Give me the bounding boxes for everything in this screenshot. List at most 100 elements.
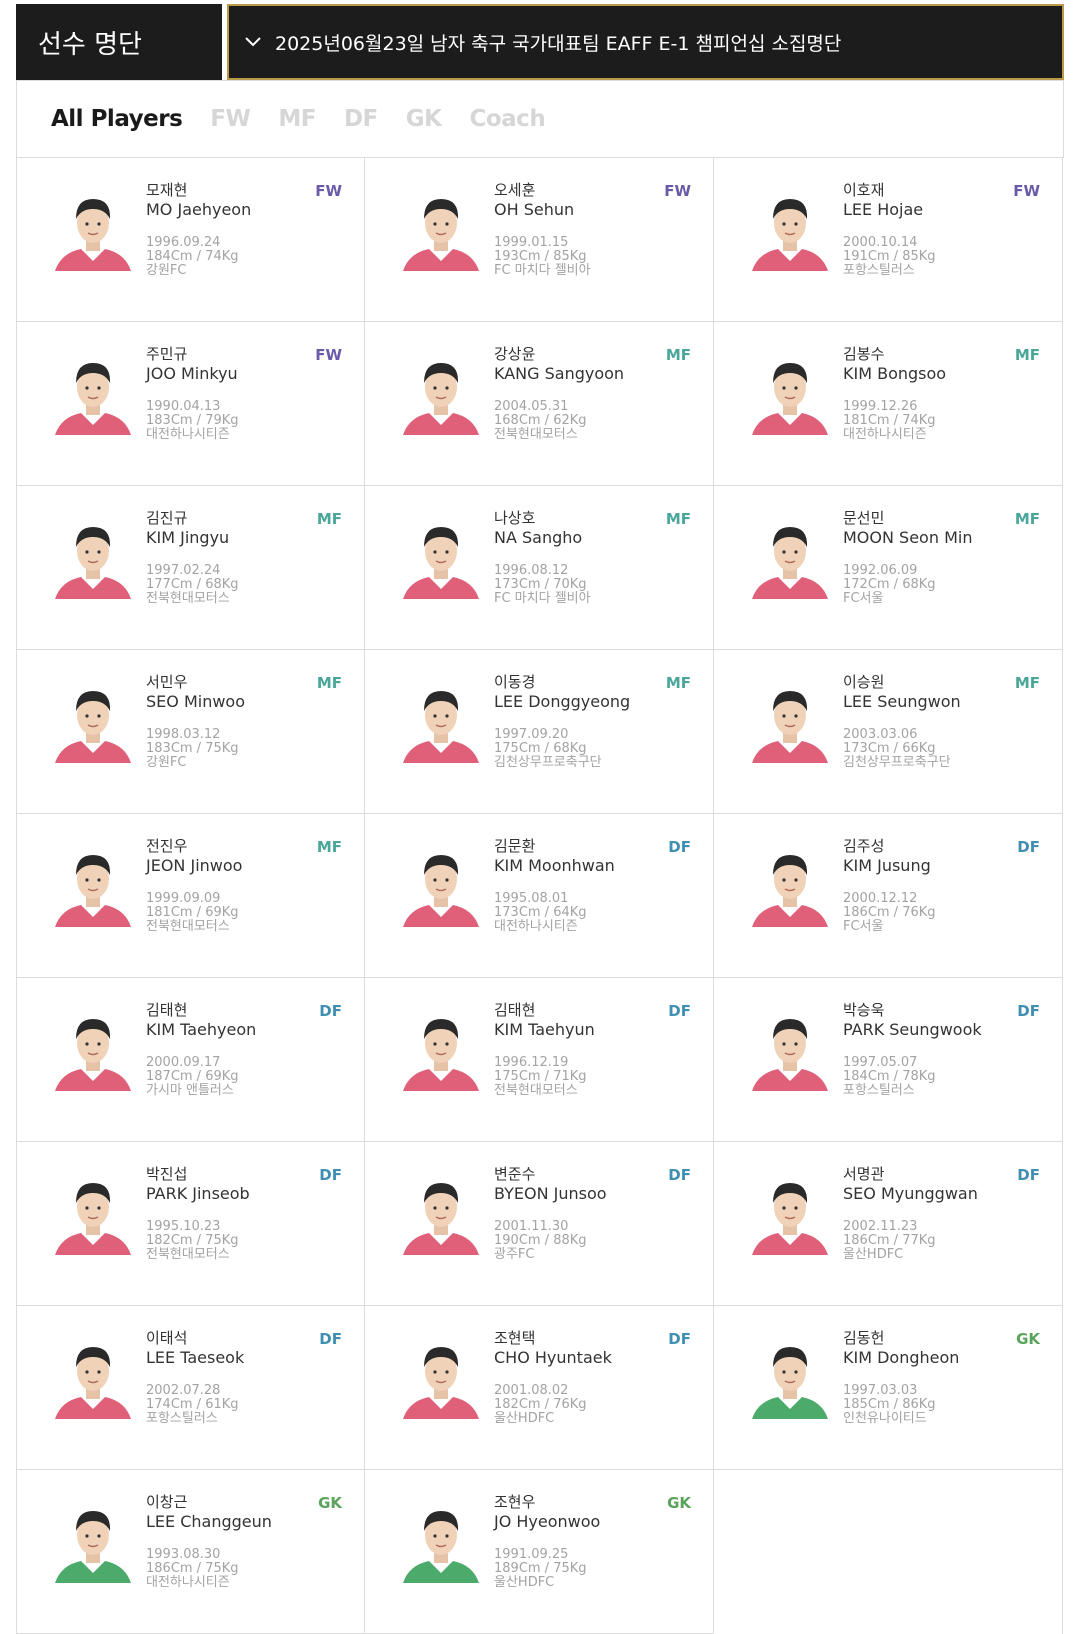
player-name-en: KIM Taehyun <box>494 1020 595 1039</box>
player-card[interactable]: 김진규 KIM Jingyu 1997.02.24 177Cm / 68Kg 전북현대모… <box>16 485 365 650</box>
position-badge: DF <box>668 838 691 856</box>
player-photo <box>45 1495 141 1591</box>
player-photo <box>742 511 838 607</box>
player-card[interactable]: 김태현 KIM Taehyeon 2000.09.17 187Cm / 69Kg 가시마… <box>16 977 365 1142</box>
player-meta: 1999.12.26 181Cm / 74Kg 대전하나시티즌 <box>843 400 1043 442</box>
empty-cell <box>713 1469 1063 1634</box>
player-card[interactable]: 김문환 KIM Moonhwan 1995.08.01 173Cm / 64Kg 대전하… <box>364 813 714 978</box>
player-card[interactable]: 이호재 LEE Hojae 2000.10.14 191Cm / 85Kg 포항스틸러스… <box>713 157 1063 322</box>
header: 선수 명단 2025년06월23일 남자 축구 국가대표팀 EAFF E-1 챔… <box>16 4 1064 80</box>
position-badge: DF <box>1017 838 1040 856</box>
player-club: 포항스틸러스 <box>146 1411 218 1426</box>
position-badge: MF <box>1014 346 1040 364</box>
tab-fw[interactable]: FW <box>210 106 251 132</box>
player-card[interactable]: 박진섭 PARK Jinseob 1995.10.23 182Cm / 75Kg 전북현… <box>16 1141 365 1306</box>
player-card[interactable]: 강상윤 KANG Sangyoon 2004.05.31 168Cm / 62Kg 전북… <box>364 321 714 486</box>
tab-mf[interactable]: MF <box>278 106 316 132</box>
player-portrait <box>55 1183 131 1255</box>
player-club: 대전하나시티즌 <box>494 919 578 934</box>
player-card[interactable]: 김동헌 KIM Dongheon 1997.03.03 185Cm / 86Kg 인천유… <box>713 1305 1063 1470</box>
player-card[interactable]: 서명관 SEO Myunggwan 2002.11.23 186Cm / 77Kg 울산… <box>713 1141 1063 1306</box>
position-badge: DF <box>319 1002 342 1020</box>
position-badge: MF <box>1014 674 1040 692</box>
player-height-weight: 173Cm / 64Kg <box>494 905 587 920</box>
squad-select[interactable]: 2025년06월23일 남자 축구 국가대표팀 EAFF E-1 챔피언십 소집… <box>227 4 1064 80</box>
player-info: 이태석 LEE Taeseok 2002.07.28 174Cm / 61Kg 포항스틸… <box>146 1329 346 1426</box>
player-card[interactable]: 서민우 SEO Minwoo 1998.03.12 183Cm / 75Kg 강원FC M… <box>16 649 365 814</box>
player-card[interactable]: 이태석 LEE Taeseok 2002.07.28 174Cm / 61Kg 포항스틸… <box>16 1305 365 1470</box>
player-card[interactable]: 김봉수 KIM Bongsoo 1999.12.26 181Cm / 74Kg 대전하나… <box>713 321 1063 486</box>
player-card[interactable]: 이동경 LEE Donggyeong 1997.09.20 175Cm / 68Kg 김… <box>364 649 714 814</box>
player-info: 나상호 NA Sangho 1996.08.12 173Cm / 70Kg FC 마치다… <box>494 509 694 606</box>
player-height-weight: 172Cm / 68Kg <box>843 577 936 592</box>
position-badge: MF <box>665 674 691 692</box>
player-club: 전북현대모터스 <box>146 591 230 606</box>
position-badge: DF <box>668 1002 691 1020</box>
player-card[interactable]: 이창근 LEE Changgeun 1993.08.30 186Cm / 75Kg 대전… <box>16 1469 365 1634</box>
player-height-weight: 173Cm / 70Kg <box>494 577 587 592</box>
player-height-weight: 182Cm / 75Kg <box>146 1233 239 1248</box>
player-name-ko: 서명관 <box>843 1165 885 1183</box>
player-card[interactable]: 김주성 KIM Jusung 2000.12.12 186Cm / 76Kg FC서울 D… <box>713 813 1063 978</box>
player-card[interactable]: 변준수 BYEON Junsoo 2001.11.30 190Cm / 88Kg 광주F… <box>364 1141 714 1306</box>
player-birthdate: 1997.09.20 <box>494 727 569 742</box>
player-club: 김천상무프로축구단 <box>843 755 951 770</box>
position-badge: DF <box>1017 1166 1040 1184</box>
player-card[interactable]: 전진우 JEON Jinwoo 1999.09.09 181Cm / 69Kg 전북현대… <box>16 813 365 978</box>
player-card[interactable]: 주민규 JOO Minkyu 1990.04.13 183Cm / 79Kg 대전하나시… <box>16 321 365 486</box>
player-name-ko: 박승욱 <box>843 1001 885 1019</box>
player-card[interactable]: 문선민 MOON Seon Min 1992.06.09 172Cm / 68Kg FC… <box>713 485 1063 650</box>
player-meta: 2004.05.31 168Cm / 62Kg 전북현대모터스 <box>494 400 694 442</box>
player-card[interactable]: 김태현 KIM Taehyun 1996.12.19 175Cm / 71Kg 전북현대… <box>364 977 714 1142</box>
player-card[interactable]: 조현우 JO Hyeonwoo 1991.09.25 189Cm / 75Kg 울산HD… <box>364 1469 714 1634</box>
player-card[interactable]: 나상호 NA Sangho 1996.08.12 173Cm / 70Kg FC 마치다… <box>364 485 714 650</box>
player-meta: 2001.11.30 190Cm / 88Kg 광주FC <box>494 1220 694 1262</box>
player-photo <box>393 675 489 771</box>
player-portrait <box>752 363 828 435</box>
player-name-ko: 조현우 <box>494 1493 536 1511</box>
position-badge: GK <box>667 1494 691 1512</box>
tab-coach[interactable]: Coach <box>469 106 545 132</box>
player-info: 서명관 SEO Myunggwan 2002.11.23 186Cm / 77Kg 울산… <box>843 1165 1043 1262</box>
player-card[interactable]: 오세훈 OH Sehun 1999.01.15 193Cm / 85Kg FC 마치다 … <box>364 157 714 322</box>
player-name-en: KIM Dongheon <box>843 1348 960 1367</box>
player-club: 대전하나시티즌 <box>146 1575 230 1590</box>
tab-all-players[interactable]: All Players <box>51 106 183 132</box>
player-club: 포항스틸러스 <box>843 263 915 278</box>
player-club: 포항스틸러스 <box>843 1083 915 1098</box>
player-name-ko: 이동경 <box>494 673 536 691</box>
player-photo <box>393 839 489 935</box>
position-badge: DF <box>319 1166 342 1184</box>
player-name-ko: 김태현 <box>146 1001 188 1019</box>
player-photo <box>742 1003 838 1099</box>
player-info: 조현택 CHO Hyuntaek 2001.08.02 182Cm / 76Kg 울산H… <box>494 1329 694 1426</box>
squad-select-value: 2025년06월23일 남자 축구 국가대표팀 EAFF E-1 챔피언십 소집… <box>275 32 842 55</box>
chevron-down-icon <box>245 33 263 51</box>
player-name-en: JO Hyeonwoo <box>494 1512 601 1531</box>
player-name-en: SEO Minwoo <box>146 692 245 711</box>
player-photo <box>45 1003 141 1099</box>
tab-gk[interactable]: GK <box>406 106 442 132</box>
player-portrait <box>752 855 828 927</box>
player-name-en: KIM Taehyeon <box>146 1020 257 1039</box>
player-portrait <box>55 855 131 927</box>
player-photo <box>742 675 838 771</box>
player-height-weight: 190Cm / 88Kg <box>494 1233 587 1248</box>
player-portrait <box>752 1019 828 1091</box>
player-card[interactable]: 조현택 CHO Hyuntaek 2001.08.02 182Cm / 76Kg 울산H… <box>364 1305 714 1470</box>
player-card[interactable]: 박승욱 PARK Seungwook 1997.05.07 184Cm / 78Kg 포… <box>713 977 1063 1142</box>
player-card[interactable]: 이승원 LEE Seungwon 2003.03.06 173Cm / 66Kg 김천상… <box>713 649 1063 814</box>
position-badge: MF <box>665 346 691 364</box>
tab-df[interactable]: DF <box>344 106 378 132</box>
player-birthdate: 1996.12.19 <box>494 1055 569 1070</box>
player-card[interactable]: 모재현 MO Jaehyeon 1996.09.24 184Cm / 74Kg 강원FC… <box>16 157 365 322</box>
player-club: 광주FC <box>494 1247 535 1262</box>
position-badge: MF <box>316 838 342 856</box>
player-meta: 1999.01.15 193Cm / 85Kg FC 마치다 젤비아 <box>494 236 694 278</box>
player-portrait <box>403 199 479 271</box>
player-meta: 2002.07.28 174Cm / 61Kg 포항스틸러스 <box>146 1384 346 1426</box>
player-info: 김동헌 KIM Dongheon 1997.03.03 185Cm / 86Kg 인천유… <box>843 1329 1043 1426</box>
player-info: 김태현 KIM Taehyeon 2000.09.17 187Cm / 69Kg 가시마… <box>146 1001 346 1098</box>
player-portrait <box>752 691 828 763</box>
player-birthdate: 2002.11.23 <box>843 1219 918 1234</box>
